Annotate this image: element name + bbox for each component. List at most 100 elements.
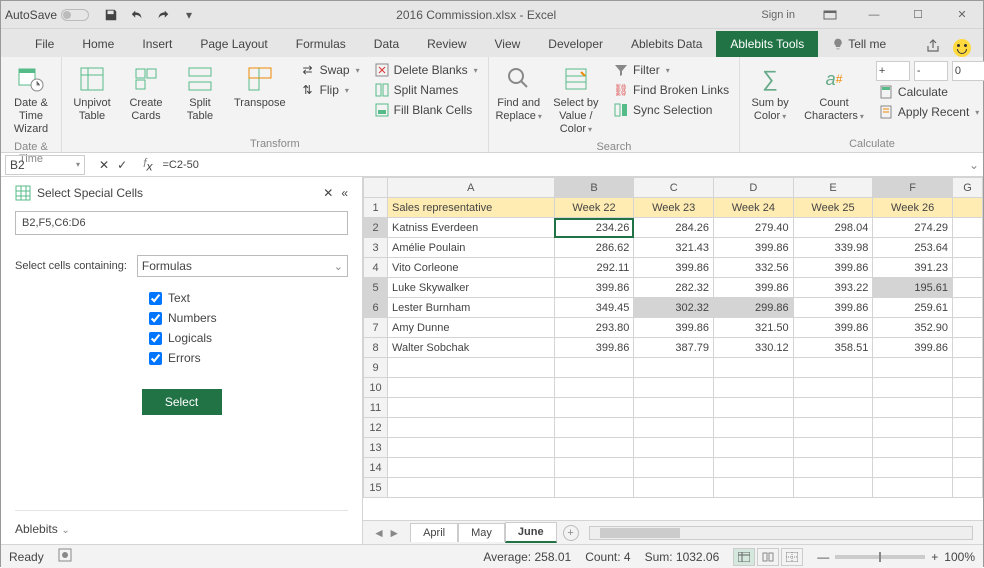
cell[interactable] — [714, 438, 794, 458]
expand-formula-icon[interactable]: ⌄ — [965, 158, 983, 172]
cell[interactable]: Week 24 — [714, 198, 794, 218]
transpose-button[interactable]: Transpose — [232, 61, 288, 112]
cell[interactable] — [873, 458, 953, 478]
cell[interactable]: 259.61 — [873, 298, 953, 318]
col-D[interactable]: D — [714, 178, 794, 198]
cell[interactable] — [873, 358, 953, 378]
toggle-off-icon[interactable] — [61, 9, 89, 21]
row-8[interactable]: 8 — [364, 338, 388, 358]
col-E[interactable]: E — [793, 178, 873, 198]
create-cards-button[interactable]: Create Cards — [124, 61, 168, 125]
cell[interactable]: 399.86 — [634, 318, 714, 338]
cell[interactable]: Week 26 — [873, 198, 953, 218]
tab-ablebits-data[interactable]: Ablebits Data — [617, 31, 716, 57]
cell[interactable]: 399.86 — [793, 318, 873, 338]
cell[interactable] — [714, 458, 794, 478]
cell[interactable]: 349.45 — [554, 298, 634, 318]
add-sheet-button[interactable]: + — [563, 525, 579, 541]
cell-active[interactable]: 234.26 — [554, 218, 634, 238]
cell[interactable] — [388, 378, 555, 398]
col-A[interactable]: A — [388, 178, 555, 198]
name-box[interactable]: B2 — [5, 155, 85, 175]
zoom-slider[interactable] — [835, 555, 925, 559]
cell[interactable]: 298.04 — [793, 218, 873, 238]
count-chars-button[interactable]: a#Count Characters — [802, 61, 866, 125]
cell[interactable] — [953, 238, 983, 258]
undo-icon[interactable] — [127, 5, 147, 25]
cell[interactable]: 284.26 — [634, 218, 714, 238]
cell[interactable] — [554, 418, 634, 438]
split-names-button[interactable]: Split Names — [372, 81, 480, 99]
cell[interactable] — [873, 398, 953, 418]
chk-text[interactable]: Text — [149, 291, 348, 305]
delete-blanks-button[interactable]: Delete Blanks — [372, 61, 480, 79]
calc-minus-input[interactable] — [914, 61, 948, 81]
chk-errors[interactable]: Errors — [149, 351, 348, 365]
tab-insert[interactable]: Insert — [128, 31, 186, 57]
cell[interactable] — [634, 398, 714, 418]
cell[interactable] — [714, 358, 794, 378]
select-button[interactable]: Select — [142, 389, 222, 415]
panel-collapse-icon[interactable]: « — [341, 186, 348, 200]
tab-file[interactable]: File — [21, 31, 68, 57]
cell[interactable] — [634, 358, 714, 378]
cell[interactable]: 286.62 — [554, 238, 634, 258]
cell[interactable]: 399.86 — [554, 278, 634, 298]
cell[interactable] — [953, 298, 983, 318]
cell[interactable] — [714, 398, 794, 418]
horizontal-scrollbar[interactable] — [589, 526, 973, 540]
cell[interactable] — [554, 478, 634, 498]
feedback-icon[interactable] — [953, 39, 971, 57]
cell[interactable] — [388, 398, 555, 418]
row-1[interactable]: 1 — [364, 198, 388, 218]
cell[interactable] — [953, 418, 983, 438]
fill-blank-button[interactable]: Fill Blank Cells — [372, 101, 480, 119]
calculate-button[interactable]: Calculate — [876, 83, 984, 101]
cancel-formula-icon[interactable]: ✕ — [99, 158, 109, 172]
cell[interactable] — [554, 358, 634, 378]
range-input[interactable] — [15, 211, 348, 235]
row-5[interactable]: 5 — [364, 278, 388, 298]
cell[interactable] — [634, 378, 714, 398]
cell[interactable]: 399.86 — [634, 258, 714, 278]
cell[interactable] — [953, 378, 983, 398]
col-B[interactable]: B — [554, 178, 634, 198]
cell[interactable] — [388, 478, 555, 498]
tab-home[interactable]: Home — [68, 31, 128, 57]
save-icon[interactable] — [101, 5, 121, 25]
cell[interactable] — [793, 378, 873, 398]
row-11[interactable]: 11 — [364, 398, 388, 418]
row-4[interactable]: 4 — [364, 258, 388, 278]
panel-footer[interactable]: Ablebits ⌄ — [15, 510, 348, 536]
cell[interactable]: 274.29 — [873, 218, 953, 238]
col-G[interactable]: G — [953, 178, 983, 198]
tab-ablebits-tools[interactable]: Ablebits Tools — [716, 31, 818, 57]
ribbon-options-icon[interactable] — [813, 4, 847, 26]
cell[interactable]: Week 25 — [793, 198, 873, 218]
cell[interactable] — [793, 418, 873, 438]
cell[interactable]: Amélie Poulain — [388, 238, 555, 258]
row-6[interactable]: 6 — [364, 298, 388, 318]
chk-numbers[interactable]: Numbers — [149, 311, 348, 325]
cell[interactable]: 399.86 — [714, 238, 794, 258]
maximize-icon[interactable]: ☐ — [901, 4, 935, 26]
row-12[interactable]: 12 — [364, 418, 388, 438]
cell[interactable]: 321.43 — [634, 238, 714, 258]
cell[interactable] — [388, 458, 555, 478]
calc-value-input[interactable] — [952, 61, 984, 81]
cell[interactable] — [634, 438, 714, 458]
cell[interactable] — [953, 478, 983, 498]
cell[interactable]: 399.86 — [793, 298, 873, 318]
select-all-corner[interactable] — [364, 178, 388, 198]
cell[interactable] — [554, 438, 634, 458]
row-14[interactable]: 14 — [364, 458, 388, 478]
cell[interactable] — [714, 418, 794, 438]
cell[interactable]: 332.56 — [714, 258, 794, 278]
cell[interactable] — [953, 218, 983, 238]
cell-selected[interactable]: 302.32 — [634, 298, 714, 318]
select-by-value-button[interactable]: Select by Value / Color — [551, 61, 601, 139]
col-C[interactable]: C — [634, 178, 714, 198]
cell[interactable] — [388, 438, 555, 458]
row-9[interactable]: 9 — [364, 358, 388, 378]
cell[interactable] — [953, 338, 983, 358]
